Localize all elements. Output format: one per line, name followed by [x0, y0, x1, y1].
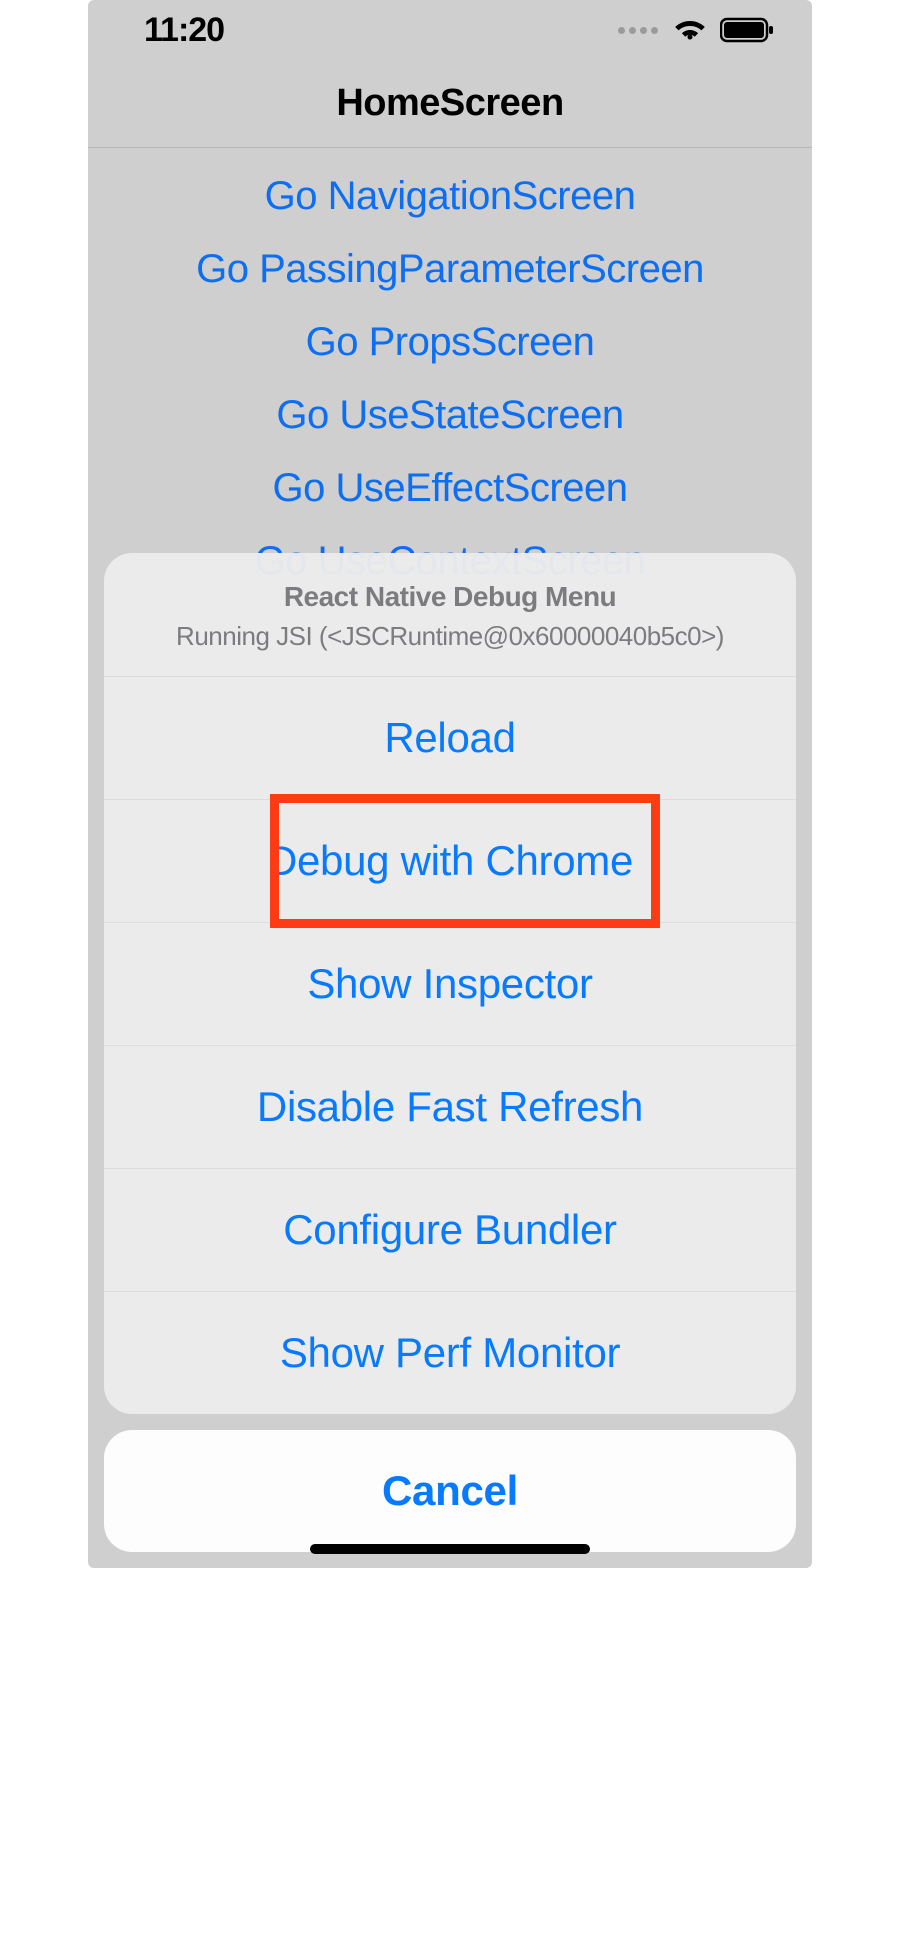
sheet-item-show-perf-monitor[interactable]: Show Perf Monitor — [104, 1292, 796, 1414]
sheet-item-label: Show Perf Monitor — [280, 1329, 620, 1376]
nav-link-props[interactable]: Go PropsScreen — [306, 306, 595, 379]
content: Go NavigationScreen Go PassingParameterS… — [88, 148, 812, 598]
sheet-item-label: Debug with Chrome — [267, 837, 633, 884]
action-sheet-title: React Native Debug Menu — [124, 581, 776, 613]
action-sheet-subtitle: Running JSI (<JSCRuntime@0x60000040b5c0>… — [124, 621, 776, 652]
cancel-button[interactable]: Cancel — [104, 1430, 796, 1552]
nav-link-passingparameter[interactable]: Go PassingParameterScreen — [196, 233, 704, 306]
sheet-item-label: Configure Bundler — [283, 1206, 616, 1253]
cancel-button-label: Cancel — [382, 1467, 518, 1514]
sheet-item-label: Disable Fast Refresh — [257, 1083, 643, 1130]
sheet-item-show-inspector[interactable]: Show Inspector — [104, 923, 796, 1046]
nav-bar: HomeScreen — [88, 60, 812, 148]
status-bar: 11:20 — [88, 0, 812, 60]
home-indicator[interactable] — [310, 1544, 590, 1554]
sheet-item-label: Show Inspector — [307, 960, 592, 1007]
sheet-item-label: Reload — [384, 714, 515, 761]
status-icons — [618, 17, 776, 43]
sheet-item-reload[interactable]: Reload — [104, 677, 796, 800]
page-title: HomeScreen — [88, 82, 812, 125]
sheet-item-configure-bundler[interactable]: Configure Bundler — [104, 1169, 796, 1292]
wifi-icon — [672, 17, 708, 43]
nav-link-navigation[interactable]: Go NavigationScreen — [265, 160, 636, 233]
action-sheet: React Native Debug Menu Running JSI (<JS… — [104, 553, 796, 1414]
action-sheet-header: React Native Debug Menu Running JSI (<JS… — [104, 553, 796, 677]
cellular-icon — [618, 27, 658, 34]
sheet-item-disable-fast-refresh[interactable]: Disable Fast Refresh — [104, 1046, 796, 1169]
action-sheet-container: React Native Debug Menu Running JSI (<JS… — [88, 553, 812, 1568]
sheet-item-debug-chrome[interactable]: Debug with Chrome — [104, 800, 796, 923]
nav-link-useeffect[interactable]: Go UseEffectScreen — [273, 452, 628, 525]
battery-icon — [720, 17, 776, 43]
status-time: 11:20 — [144, 11, 224, 50]
nav-link-usestate[interactable]: Go UseStateScreen — [276, 379, 623, 452]
